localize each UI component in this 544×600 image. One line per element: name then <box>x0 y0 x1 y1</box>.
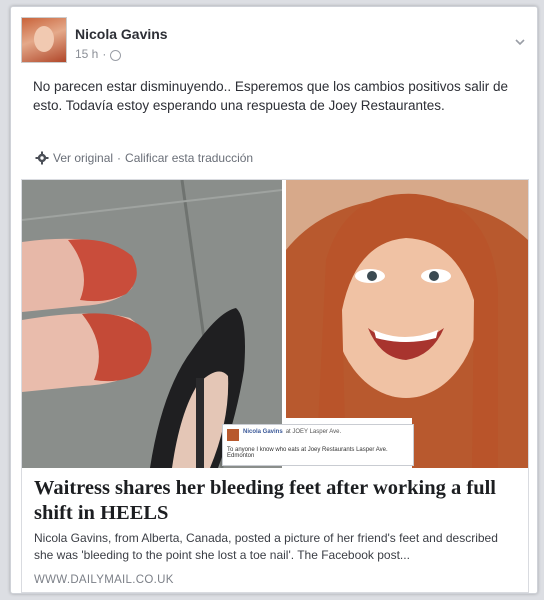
globe-icon[interactable] <box>110 49 122 61</box>
post-card: Nicola Gavins 15 h · No parecen estar di… <box>10 6 538 594</box>
embedded-avatar <box>227 429 239 441</box>
link-headline[interactable]: Waitress shares her bleeding feet after … <box>34 476 514 526</box>
avatar[interactable] <box>21 17 67 63</box>
translation-row: Ver original · Calificar esta traducción <box>35 151 253 165</box>
chevron-down-icon[interactable] <box>513 35 527 49</box>
post-meta: 15 h · <box>75 47 122 61</box>
avatar-face <box>34 26 54 52</box>
post-author[interactable]: Nicola Gavins <box>75 26 168 42</box>
view-original-link[interactable]: Ver original <box>53 151 113 165</box>
translation-separator: · <box>117 151 122 165</box>
gear-icon[interactable] <box>35 151 49 165</box>
post-time[interactable]: 15 h <box>75 47 98 61</box>
embedded-author: Nicola Gavins <box>243 429 283 435</box>
link-domain: WWW.DAILYMAIL.CO.UK <box>34 574 174 586</box>
shared-link-card[interactable]: Nicola Gavins at JOEY Lasper Ave. To any… <box>21 179 529 593</box>
post-text: No parecen estar disminuyendo.. Esperemo… <box>33 79 508 113</box>
embedded-facebook-post: Nicola Gavins at JOEY Lasper Ave. To any… <box>222 424 414 466</box>
embedded-text: To anyone I know who eats at Joey Restau… <box>227 447 388 459</box>
link-description: Nicola Gavins, from Alberta, Canada, pos… <box>34 531 498 562</box>
rate-translation-link[interactable]: Calificar esta traducción <box>125 151 253 165</box>
meta-separator: · <box>102 47 107 61</box>
embedded-tagline: at JOEY Lasper Ave. <box>285 429 342 435</box>
